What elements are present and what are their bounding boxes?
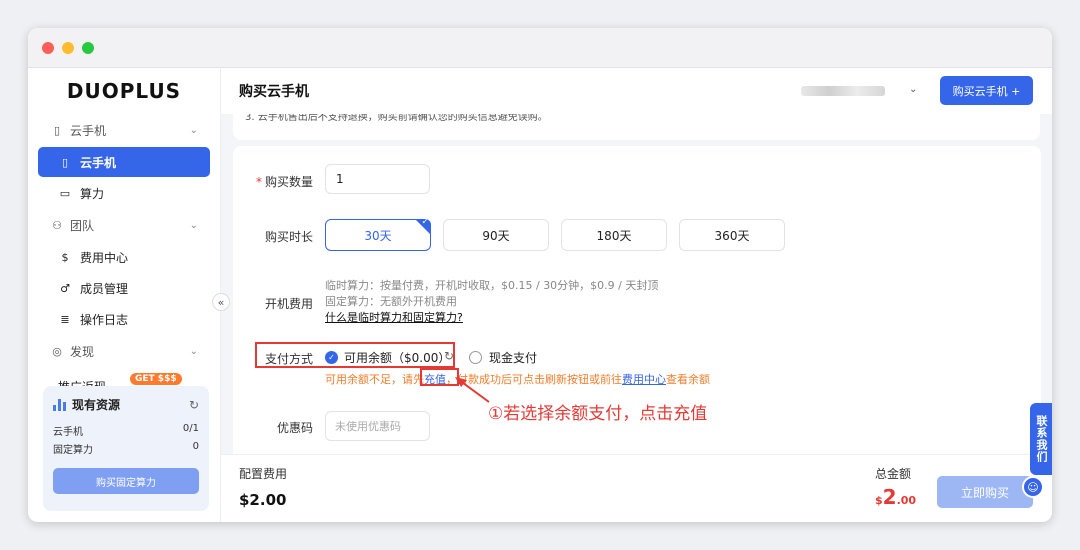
duration-text: 30天 bbox=[364, 228, 392, 243]
phone-icon: ▯ bbox=[61, 155, 69, 169]
main-content: 购买云手机 ⌄ 购买云手机 + 3. 云手机售出后不支持退换，购买前请确认您的购… bbox=[221, 68, 1052, 522]
radio-balance-selected[interactable]: ✓ bbox=[325, 351, 338, 364]
duration-option-30[interactable]: 30天 ✓ bbox=[325, 217, 431, 251]
buy-cloud-phone-button[interactable]: 购买云手机 + bbox=[940, 76, 1033, 105]
sidebar-item-label: 费用中心 bbox=[80, 250, 129, 265]
sidebar-item-cloud-phone[interactable]: ▯ 云手机 bbox=[38, 147, 210, 177]
promo-code-input[interactable]: 未使用优惠码 bbox=[325, 411, 430, 441]
monitor-icon: ▭ bbox=[59, 186, 71, 200]
fee-line: 固定算力：无额外开机费用 bbox=[325, 295, 457, 308]
resource-value: 0/1 bbox=[182, 423, 199, 434]
insufficient-balance-warning: 可用余额不足，请先充值，付款成功后可点击刷新按钮或前往费用中心查看余额 bbox=[325, 371, 710, 387]
boot-fee-label: 开机费用 bbox=[264, 297, 313, 311]
logo[interactable]: DUOPLUS bbox=[28, 68, 220, 114]
resource-label: 固定算力 bbox=[53, 445, 93, 456]
qty-label-text: 购买数量 bbox=[264, 175, 313, 189]
resource-value: 0 bbox=[192, 441, 199, 452]
close-window-button[interactable] bbox=[42, 41, 54, 54]
check-icon: ✓ bbox=[421, 217, 429, 227]
purchase-form-card: * 购买数量 1 购买时长 30天 ✓ 90天 180天 360天 开机费用 临时… bbox=[233, 146, 1041, 486]
sidebar-item-logs[interactable]: ≣ 操作日志 bbox=[38, 304, 210, 334]
team-icon: ⚇ bbox=[52, 218, 62, 232]
nav-group-label: 云手机 bbox=[70, 123, 107, 138]
checkout-footer: 配置费用 $2.00 总金额 $2.00 立即购买 bbox=[221, 454, 1052, 522]
resource-row: 云手机 0/1 bbox=[53, 423, 199, 438]
log-icon: ≣ bbox=[60, 312, 70, 326]
buy-now-button[interactable]: 立即购买 bbox=[937, 476, 1033, 508]
required-mark: * bbox=[255, 175, 262, 189]
dollar-icon: $ bbox=[61, 250, 69, 264]
user-account-blurred[interactable] bbox=[801, 86, 885, 96]
nav-group-discover[interactable]: ◎ 发现 ⌄ bbox=[28, 335, 220, 367]
currency-symbol: $ bbox=[875, 494, 883, 507]
refresh-icon[interactable]: ↻ bbox=[189, 398, 199, 412]
billing-center-link[interactable]: 费用中心 bbox=[622, 373, 666, 386]
total-label: 总金额 bbox=[875, 467, 912, 481]
sidebar-item-billing[interactable]: $ 费用中心 bbox=[38, 242, 210, 272]
duration-option-90[interactable]: 90天 bbox=[443, 219, 549, 251]
pay-balance-label[interactable]: 可用余额（$0.00） bbox=[344, 349, 450, 366]
resources-title: 现有资源 bbox=[72, 398, 121, 412]
warn-text: 查看余额 bbox=[666, 373, 710, 386]
sidebar-item-members[interactable]: ♂ 成员管理 bbox=[38, 273, 210, 303]
warn-text: 可用余额不足，请先 bbox=[325, 373, 424, 386]
annotation-text: ①若选择余额支付，点击充值 bbox=[488, 404, 708, 424]
chevron-down-icon: ⌄ bbox=[189, 124, 198, 136]
nav-group-label: 团队 bbox=[70, 218, 95, 233]
contact-us-tab[interactable]: 联系我们 bbox=[1030, 403, 1052, 475]
resource-label: 云手机 bbox=[53, 427, 83, 438]
minimize-window-button[interactable] bbox=[62, 41, 74, 54]
refresh-balance-icon[interactable]: ↻ bbox=[444, 349, 454, 363]
page-title: 购买云手机 bbox=[239, 84, 309, 100]
total-amount: $2.00 bbox=[875, 485, 916, 509]
sidebar-item-label: 操作日志 bbox=[80, 312, 129, 327]
top-bar: 购买云手机 ⌄ 购买云手机 + bbox=[221, 68, 1052, 114]
chat-icon[interactable]: ☺ bbox=[1022, 476, 1044, 498]
chevron-down-icon: ⌄ bbox=[189, 219, 198, 231]
compute-info-link[interactable]: 什么是临时算力和固定算力? bbox=[325, 310, 658, 326]
bar-chart-icon bbox=[53, 398, 66, 411]
resource-row: 固定算力 0 bbox=[53, 441, 199, 456]
user-manage-icon: ♂ bbox=[60, 281, 70, 295]
nav-group-team[interactable]: ⚇ 团队 ⌄ bbox=[28, 209, 220, 241]
maximize-window-button[interactable] bbox=[82, 41, 94, 54]
radio-cash[interactable] bbox=[469, 351, 482, 364]
quantity-input[interactable]: 1 bbox=[325, 164, 430, 194]
sidebar-item-label: 云手机 bbox=[80, 155, 117, 170]
notice-line: 3. 云手机售出后不支持退换，购买前请确认您的购买信息避免误购。 bbox=[245, 114, 548, 123]
chevron-down-icon: ⌄ bbox=[189, 345, 198, 357]
sidebar-item-label: 成员管理 bbox=[80, 281, 129, 296]
buy-fixed-compute-button[interactable]: 购买固定算力 bbox=[53, 468, 199, 494]
get-money-badge: GET $$$ bbox=[130, 373, 182, 385]
promo-label: 优惠码 bbox=[276, 421, 313, 435]
app-window: DUOPLUS ▯ 云手机 ⌄ ▯ 云手机 ▭ 算力 ⚇ 团队 ⌄ $ 费用中心 ♂… bbox=[28, 28, 1052, 522]
qty-label: * 购买数量 bbox=[233, 173, 313, 190]
sidebar: DUOPLUS ▯ 云手机 ⌄ ▯ 云手机 ▭ 算力 ⚇ 团队 ⌄ $ 费用中心 ♂… bbox=[28, 68, 221, 522]
sidebar-item-label: 算力 bbox=[80, 186, 105, 201]
nav-group-cloud[interactable]: ▯ 云手机 ⌄ bbox=[28, 114, 220, 146]
config-fee-label: 配置费用 bbox=[239, 467, 288, 481]
duration-option-360[interactable]: 360天 bbox=[679, 219, 785, 251]
payment-label: 支付方式 bbox=[264, 352, 313, 366]
duration-label: 购买时长 bbox=[264, 230, 313, 244]
chevron-down-icon[interactable]: ⌄ bbox=[909, 84, 917, 95]
total-decimal: .00 bbox=[896, 494, 917, 507]
resources-card: 现有资源 ↻ 云手机 0/1 固定算力 0 购买固定算力 bbox=[43, 386, 209, 511]
nav-group-label: 发现 bbox=[70, 344, 95, 359]
notice-text: 3. 云手机售出后不支持退换，购买前请确认您的购买信息避免误购。 bbox=[233, 114, 1040, 140]
pay-cash-label[interactable]: 现金支付 bbox=[489, 349, 537, 366]
sidebar-item-compute[interactable]: ▭ 算力 bbox=[38, 178, 210, 208]
total-integer: 2 bbox=[882, 485, 897, 509]
duration-option-180[interactable]: 180天 bbox=[561, 219, 667, 251]
window-titlebar bbox=[28, 28, 1052, 68]
boot-fee-info: 临时算力：按量付费，开机时收取，$0.15 / 30分钟，$0.9 / 天封顶 … bbox=[325, 278, 658, 326]
collapse-sidebar-button[interactable]: « bbox=[212, 293, 230, 311]
compass-icon: ◎ bbox=[52, 344, 62, 358]
annotation-arrow bbox=[455, 377, 490, 403]
phone-icon: ▯ bbox=[53, 123, 61, 137]
fee-line: 临时算力：按量付费，开机时收取，$0.15 / 30分钟，$0.9 / 天封顶 bbox=[325, 279, 659, 292]
config-fee-value: $2.00 bbox=[239, 491, 287, 509]
